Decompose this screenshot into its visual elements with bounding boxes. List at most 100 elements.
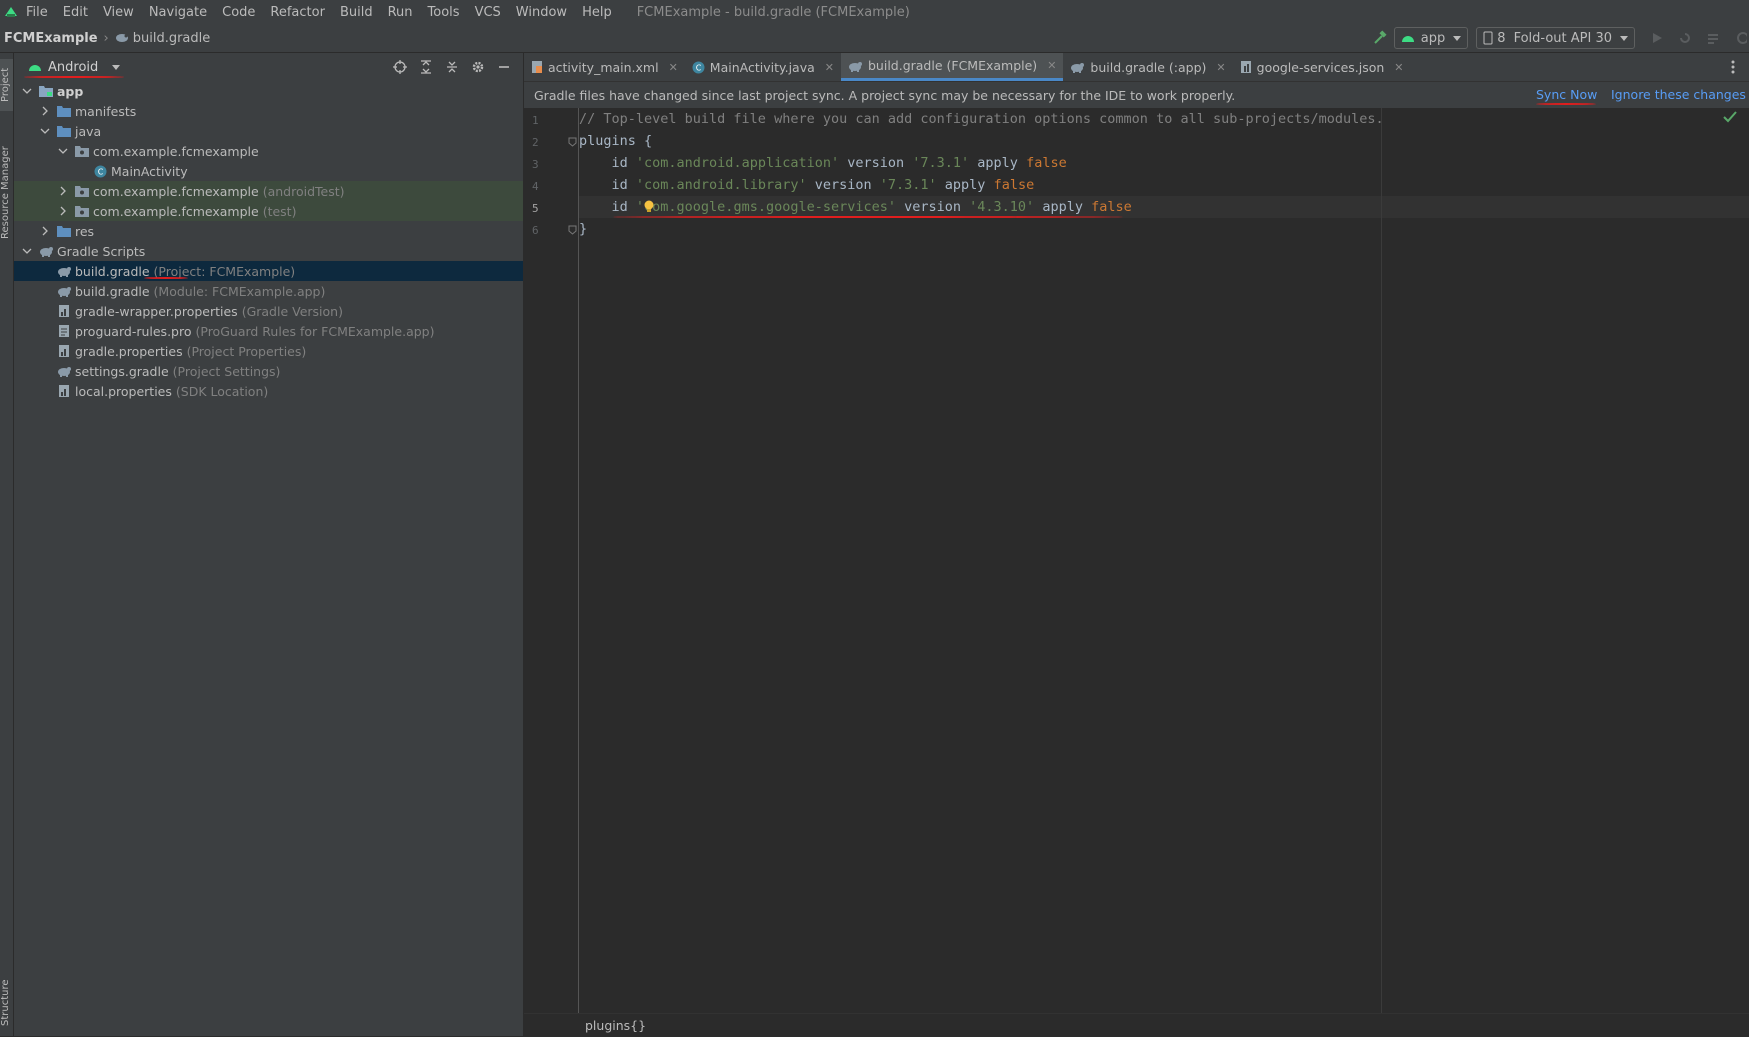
code-line[interactable]: id 'com.google.gms.google-services' vers… (579, 196, 1749, 218)
chevron-right-icon[interactable] (38, 224, 52, 238)
code-line[interactable]: id 'com.android.application' version '7.… (579, 152, 1749, 174)
chevron-down-icon[interactable] (38, 124, 52, 138)
chevron-right-icon[interactable] (38, 104, 52, 118)
breadcrumb-project[interactable]: FCMExample (4, 31, 98, 46)
code-breadcrumb[interactable]: plugins{} (585, 1018, 646, 1033)
code-line[interactable]: } (579, 218, 1749, 240)
run-config-select[interactable]: app (1393, 27, 1469, 49)
close-icon[interactable]: ✕ (1216, 61, 1225, 74)
expand-all-icon[interactable] (413, 60, 439, 74)
fold-marker-icon[interactable] (568, 225, 577, 235)
locate-file-icon[interactable] (387, 60, 413, 74)
menu-tools[interactable]: Tools (428, 5, 460, 20)
code-line[interactable]: plugins { (579, 130, 1749, 152)
tree-item[interactable]: com.example.fcmexample (test) (14, 201, 523, 221)
tree-item[interactable]: gradle.properties (Project Properties) (14, 341, 523, 361)
project-panel-header: Android (14, 53, 523, 81)
menu-items: File Edit View Navigate Code Refactor Build Run… (26, 5, 627, 20)
tree-item[interactable]: build.gradle (Module: FCMExample.app) (14, 281, 523, 301)
left-tool-stripe: Project Resource Manager Structure (0, 53, 14, 1036)
chevron-down-icon[interactable] (56, 144, 70, 158)
hammer-build-icon[interactable] (1372, 30, 1388, 46)
tree-item[interactable]: app (14, 81, 523, 101)
tree-item-label: java (75, 123, 102, 139)
tree-item[interactable]: java (14, 121, 523, 141)
android-icon (1401, 33, 1415, 43)
tree-item[interactable]: manifests (14, 101, 523, 121)
window-title: FCMExample - build.gradle (FCMExample) (636, 4, 910, 20)
tree-item[interactable]: com.example.fcmexample (androidTest) (14, 181, 523, 201)
tab-label: build.gradle (:app) (1090, 59, 1207, 75)
breadcrumb-file[interactable]: build.gradle (133, 31, 211, 46)
tree-item-hint: (Project Properties) (186, 343, 307, 359)
run-icon[interactable] (1649, 30, 1665, 46)
project-view-selector[interactable]: Android (28, 60, 121, 75)
hide-panel-icon[interactable] (491, 60, 517, 74)
project-tool-button[interactable]: Project (0, 59, 13, 111)
code-token: apply (936, 177, 994, 193)
tree-item[interactable]: settings.gradle (Project Settings) (14, 361, 523, 381)
editor-tab[interactable]: google-services.json ✕ (1233, 53, 1411, 81)
chevron-down-icon (1453, 35, 1462, 41)
menu-code[interactable]: Code (222, 5, 255, 20)
json-icon (1240, 60, 1252, 74)
svg-text:C: C (696, 63, 702, 72)
editor-tab[interactable]: build.gradle (FCMExample) ✕ (840, 53, 1064, 81)
gear-icon[interactable] (465, 60, 491, 74)
chevron-down-icon[interactable] (20, 84, 34, 98)
resource-manager-tool-button[interactable]: Resource Manager (0, 133, 13, 253)
code-line[interactable]: id 'com.android.library' version '7.3.1'… (579, 174, 1749, 196)
more-tabs-icon[interactable] (1731, 53, 1735, 81)
close-icon[interactable]: ✕ (1394, 61, 1403, 74)
menu-build[interactable]: Build (340, 5, 373, 20)
sync-now-link[interactable]: Sync Now (1536, 87, 1597, 102)
menu-navigate[interactable]: Navigate (149, 5, 207, 20)
tree-item[interactable]: res (14, 221, 523, 241)
tree-item[interactable]: gradle-wrapper.properties (Gradle Version… (14, 301, 523, 321)
tree-item[interactable]: build.gradle (Project: FCMExample) (14, 261, 523, 281)
package-icon (74, 203, 90, 219)
settings-gear-icon[interactable] (1733, 30, 1749, 46)
fold-marker-icon[interactable] (568, 137, 577, 147)
editor-tab[interactable]: activity_main.xml ✕ (524, 53, 685, 81)
menu-help[interactable]: Help (582, 5, 612, 20)
tree-item[interactable]: com.example.fcmexample (14, 141, 523, 161)
ignore-changes-link[interactable]: Ignore these changes (1611, 87, 1746, 102)
collapse-all-icon[interactable] (439, 60, 465, 74)
tree-item-label: Gradle Scripts (57, 243, 146, 259)
gradle-sync-banner: Gradle files have changed since last pro… (524, 82, 1749, 108)
code-editor[interactable]: // Top-level build file where you can ad… (579, 108, 1749, 1013)
menu-file[interactable]: File (26, 5, 48, 20)
no-problems-check-icon[interactable] (1723, 111, 1737, 127)
menu-refactor[interactable]: Refactor (270, 5, 325, 20)
lightbulb-icon[interactable] (643, 200, 655, 214)
tree-item[interactable]: proguard-rules.pro (ProGuard Rules for FC… (14, 321, 523, 341)
apply-code-changes-icon[interactable] (1705, 30, 1721, 46)
apply-changes-icon[interactable] (1677, 30, 1693, 46)
menu-vcs[interactable]: VCS (475, 5, 501, 20)
tree-item[interactable]: C MainActivity (14, 161, 523, 181)
tree-item[interactable]: local.properties (SDK Location) (14, 381, 523, 401)
device-select[interactable]: 8 Fold-out API 30 (1476, 27, 1635, 49)
chevron-right-icon[interactable] (56, 204, 70, 218)
menu-view[interactable]: View (103, 5, 134, 20)
chevron-down-icon[interactable] (20, 244, 34, 258)
close-icon[interactable]: ✕ (669, 61, 678, 74)
menu-run[interactable]: Run (388, 5, 413, 20)
code-token: '4.3.10' (969, 199, 1035, 215)
chevron-right-icon[interactable] (56, 184, 70, 198)
close-icon[interactable]: ✕ (825, 61, 834, 74)
tree-item-label: proguard-rules.pro (75, 323, 192, 339)
tree-item[interactable]: Gradle Scripts (14, 241, 523, 261)
menu-edit[interactable]: Edit (63, 5, 88, 20)
editor-tab[interactable]: build.gradle (:app) ✕ (1063, 53, 1232, 81)
structure-tool-button[interactable]: Structure (0, 973, 13, 1033)
package-icon (74, 143, 90, 159)
menu-window[interactable]: Window (516, 5, 567, 20)
right-margin-guide (1381, 108, 1382, 1013)
close-icon[interactable]: ✕ (1047, 59, 1056, 72)
line-number: 3 (532, 158, 539, 171)
code-line[interactable]: // Top-level build file where you can ad… (579, 108, 1749, 130)
editor-tab[interactable]: C MainActivity.java ✕ (685, 53, 841, 81)
tree-item-hint: (Project Settings) (172, 363, 281, 379)
